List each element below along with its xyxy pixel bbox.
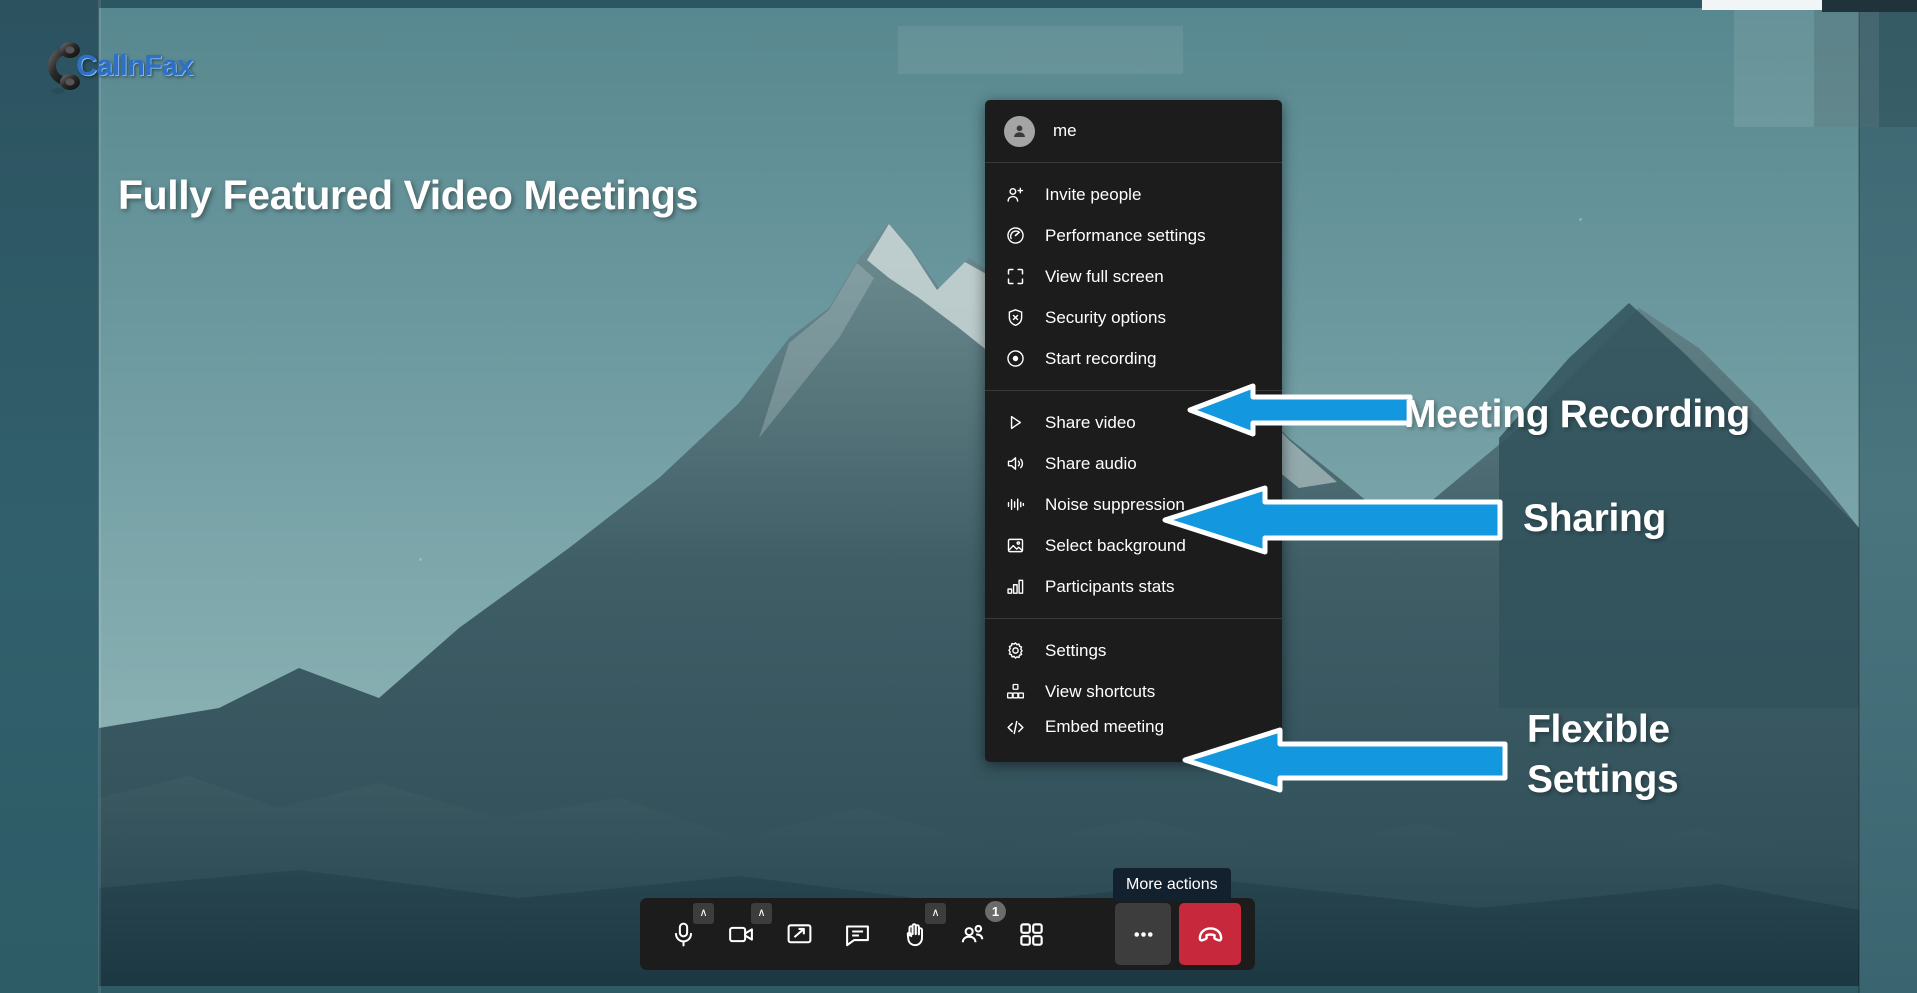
speaker-waves-icon [1004,452,1027,475]
screenshot-root: CallnFax Fully Featured Video Meetings m… [0,0,1917,993]
tile-view-icon [1017,920,1046,949]
menu-item-view-shortcuts[interactable]: View shortcuts [985,671,1282,712]
menu-item-label: Security options [1045,308,1166,328]
gear-icon [1004,639,1027,662]
menu-item-label: Settings [1045,641,1106,661]
annotation-arrow-meeting-recording [1185,378,1415,442]
toolbar-hangup-button[interactable] [1179,903,1241,965]
menu-item-label: Performance settings [1045,226,1206,246]
more-dots-icon [1129,920,1158,949]
annotation-label-meeting-recording: Meeting Recording [1404,390,1750,440]
person-avatar-icon [1004,116,1035,147]
menu-item-security-options[interactable]: Security options [985,297,1282,338]
audio-levels-icon [1004,493,1027,516]
toolbar-microphone-button[interactable]: ∧ [654,905,712,963]
fullscreen-icon [1004,265,1027,288]
bar-chart-icon [1004,575,1027,598]
menu-item-label: Invite people [1045,185,1141,205]
toolbar-tile-view-button[interactable] [1002,905,1060,963]
toolbar-more-actions-button[interactable] [1115,903,1171,965]
raise-hand-options-chevron-icon[interactable]: ∧ [925,903,946,924]
toolbar-chat-button[interactable] [828,905,886,963]
annotation-label-flexible-settings: Flexible Settings [1527,705,1678,805]
shield-x-icon [1004,306,1027,329]
page-left-margin [0,0,99,993]
annotation-arrow-flexible-settings [1180,720,1510,796]
menu-item-label: View shortcuts [1045,682,1155,702]
page-left-edge [98,0,101,993]
chat-bubble-icon [843,920,872,949]
code-brackets-icon [1004,716,1027,739]
menu-header-local-participant: me [985,100,1282,162]
toolbar-screen-share-button[interactable] [770,905,828,963]
menu-item-label: Participants stats [1045,577,1174,597]
microphone-options-chevron-icon[interactable]: ∧ [693,903,714,924]
page-title: Fully Featured Video Meetings [118,172,698,219]
speedometer-icon [1004,224,1027,247]
menu-item-participants-stats[interactable]: Participants stats [985,566,1282,607]
annotation-arrow-sharing [1160,478,1505,558]
raised-hand-icon [901,920,930,949]
person-add-icon [1004,183,1027,206]
local-participant-name: me [1053,121,1077,141]
sky-speck [419,558,422,561]
menu-item-start-recording[interactable]: Start recording [985,338,1282,379]
menu-item-settings[interactable]: Settings [985,630,1282,671]
menu-item-label: View full screen [1045,267,1164,287]
menu-item-label: Share video [1045,413,1136,433]
menu-item-label: Embed meeting [1045,717,1164,737]
video-overlay-panel-top [898,26,1183,74]
menu-item-label: Share audio [1045,454,1137,474]
toolbar-camera-button[interactable]: ∧ [712,905,770,963]
camera-options-chevron-icon[interactable]: ∧ [751,903,772,924]
page-right-margin [1859,0,1917,993]
keyboard-shortcuts-icon [1004,680,1027,703]
play-triangle-icon [1004,411,1027,434]
record-circle-icon [1004,347,1027,370]
menu-item-label: Start recording [1045,349,1157,369]
hangup-phone-icon [1196,920,1225,949]
annotation-label-sharing: Sharing [1523,494,1666,544]
annotation-label-line-2: Settings [1527,755,1678,805]
video-overlay-panel-far-right [1814,4,1917,127]
page-right-edge [1858,0,1860,993]
participants-icon [959,920,988,949]
toolbar-raise-hand-button[interactable]: ∧ [886,905,944,963]
brand-logo[interactable]: CallnFax [40,38,193,94]
microphone-icon [669,920,698,949]
toolbar-participants-button[interactable]: 1 [944,905,1002,963]
meeting-toolbar: ∧ ∧ [640,898,1255,970]
browser-top-dark-strip [1822,0,1917,12]
screen-share-icon [785,920,814,949]
menu-item-performance-settings[interactable]: Performance settings [985,215,1282,256]
menu-item-view-full-screen[interactable]: View full screen [985,256,1282,297]
more-actions-tooltip: More actions [1113,868,1231,902]
menu-item-invite-people[interactable]: Invite people [985,174,1282,215]
image-icon [1004,534,1027,557]
browser-top-strip [1702,0,1822,10]
brand-name: CallnFax [76,50,193,83]
phone-handset-icon [40,38,84,94]
annotation-label-line-1: Flexible [1527,705,1678,755]
video-camera-icon [727,920,756,949]
menu-group-general: Invite people Performance settings [985,163,1282,390]
sky-speck [1579,218,1582,221]
